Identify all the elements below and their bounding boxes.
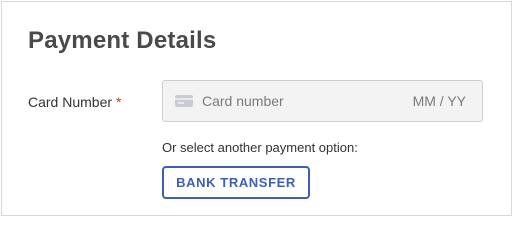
payment-details-panel: Payment Details Card Number * Card number…	[1, 1, 512, 216]
card-number-input[interactable]: Card number	[202, 92, 284, 110]
expiry-date-input[interactable]: MM / YY	[413, 92, 466, 110]
bank-transfer-button[interactable]: BANK TRANSFER	[162, 166, 310, 199]
required-mark: *	[116, 94, 122, 110]
card-number-label: Card Number *	[28, 92, 121, 112]
card-number-label-text: Card Number	[28, 94, 113, 110]
credit-card-icon	[175, 95, 193, 107]
page-title: Payment Details	[28, 27, 217, 54]
card-number-field[interactable]: Card number MM / YY	[162, 80, 483, 122]
alternative-payment-text: Or select another payment option:	[162, 140, 358, 155]
